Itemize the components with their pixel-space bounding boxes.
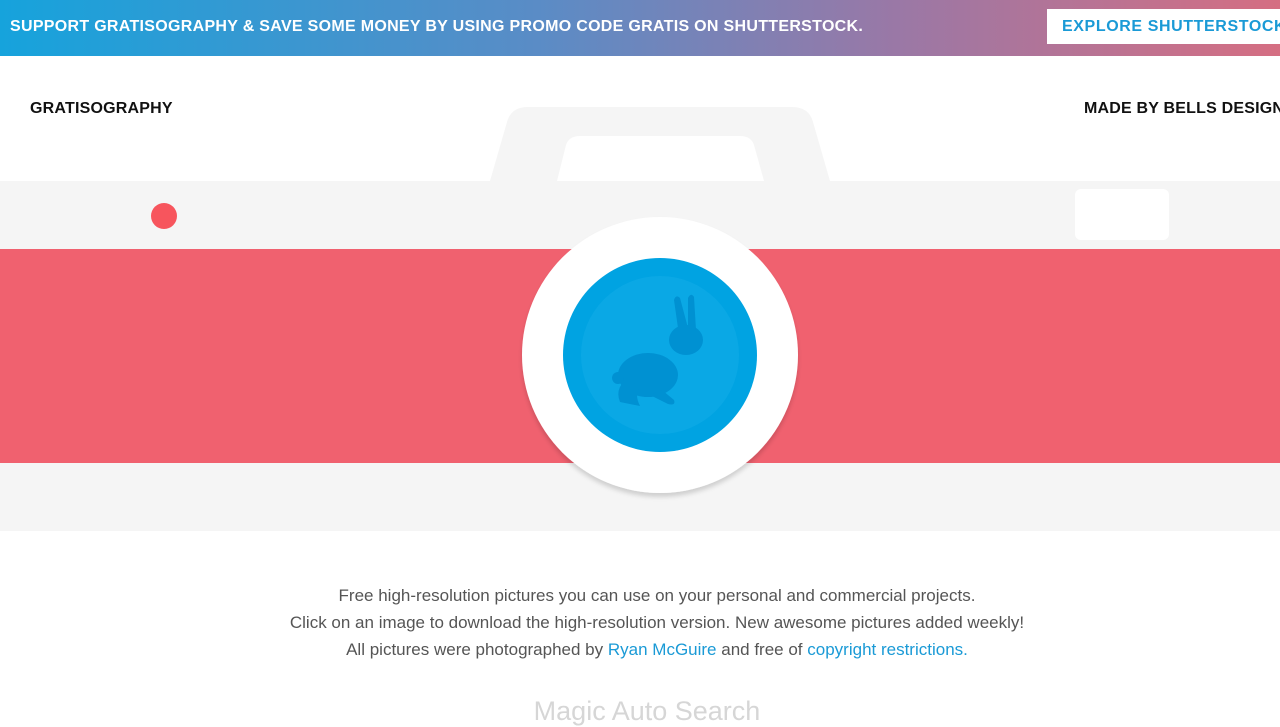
viewfinder [1075, 189, 1169, 240]
copyright-restrictions-link[interactable]: copyright restrictions. [807, 640, 968, 659]
camera-top-inner [557, 136, 764, 181]
intro-line-2: Click on an image to download the high-r… [289, 613, 1025, 632]
magic-auto-search-title: Magic Auto Search [533, 696, 761, 726]
site-logo[interactable]: GRATISOGRAPHY [30, 100, 173, 118]
intro-text: Free high-resolution pictures you can us… [0, 582, 1280, 663]
intro-line-3-middle: and free of [721, 640, 803, 659]
intro-line-3: All pictures were photographed by Ryan M… [0, 636, 1280, 663]
intro-line-3-prefix: All pictures were photographed by [346, 640, 604, 659]
intro-line-1: Free high-resolution pictures you can us… [338, 586, 976, 605]
made-by-bells-design-link[interactable]: MADE BY BELLS DESIGN [1084, 100, 1280, 118]
photographer-link[interactable]: Ryan McGuire [608, 640, 717, 659]
flash-dot [151, 203, 177, 229]
